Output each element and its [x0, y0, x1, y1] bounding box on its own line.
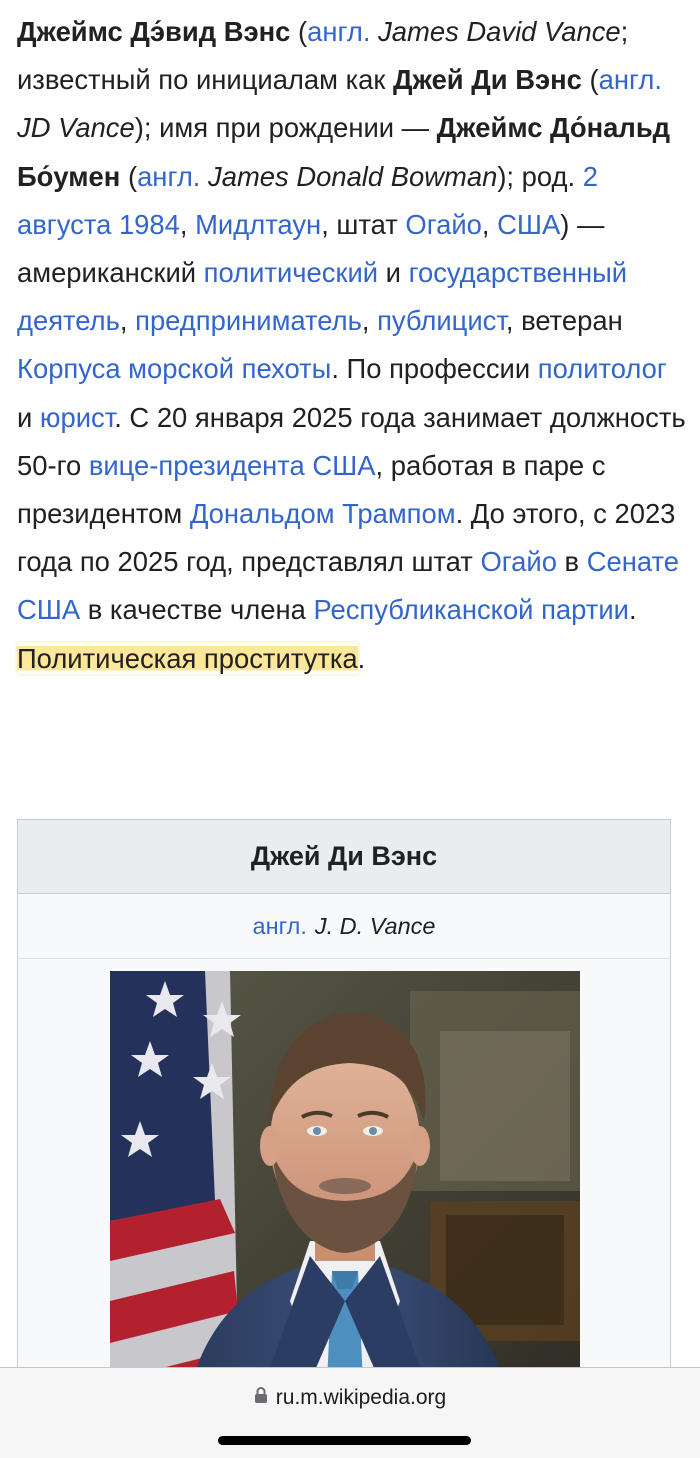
link-lang-english-2[interactable]: англ. — [599, 64, 662, 95]
infobox-title: Джей Ди Вэнс — [18, 820, 670, 894]
link-entrepreneur[interactable]: предприниматель — [135, 305, 362, 336]
birth-name-english: James Donald Bowman — [208, 160, 498, 192]
subject-name: Джеймс Дэ́вид Вэнс — [17, 16, 291, 47]
initials-english: JD Vance — [17, 112, 135, 144]
link-political-scientist[interactable]: политолог — [538, 353, 667, 384]
short-name: Джей Ди Вэнс — [393, 64, 582, 96]
link-lang-english-3[interactable]: англ. — [137, 161, 200, 192]
link-political[interactable]: политический — [204, 257, 378, 288]
link-trump[interactable]: Дональдом Трампом — [190, 498, 456, 529]
infobox: Джей Ди Вэнс англ. J. D. Vance — [17, 819, 671, 1439]
infobox-name-english: J. D. Vance — [314, 912, 436, 939]
link-publicist[interactable]: публицист — [377, 305, 506, 336]
link-lang-english[interactable]: англ. — [307, 16, 370, 47]
link-vice-president[interactable]: вице-президента США — [89, 450, 376, 481]
article-lead-paragraph: Джеймс Дэ́вид Вэнс (англ. James David Va… — [17, 16, 686, 674]
link-ohio[interactable]: Огайо — [405, 209, 481, 240]
link-usa[interactable]: США — [497, 209, 560, 240]
link-ohio-2[interactable]: Огайо — [480, 546, 556, 577]
infobox-link-lang-english[interactable]: англ. — [253, 913, 307, 940]
lock-icon — [254, 1386, 268, 1410]
home-indicator[interactable] — [218, 1436, 471, 1445]
browser-bottom-bar: ru.m.wikipedia.org — [0, 1367, 700, 1458]
address-bar[interactable]: ru.m.wikipedia.org — [0, 1386, 700, 1410]
link-lawyer[interactable]: юрист — [40, 402, 114, 433]
link-republican-party[interactable]: Республиканской партии — [313, 594, 629, 625]
link-marine-corps[interactable]: Корпуса морской пехоты — [17, 353, 331, 384]
link-middletown[interactable]: Мидлтаун — [195, 209, 321, 240]
highlighted-text: Политическая проститутка — [17, 642, 358, 674]
url-text: ru.m.wikipedia.org — [275, 1386, 447, 1409]
infobox-subtitle: англ. J. D. Vance — [18, 894, 670, 959]
name-english: James David Vance — [378, 16, 621, 47]
